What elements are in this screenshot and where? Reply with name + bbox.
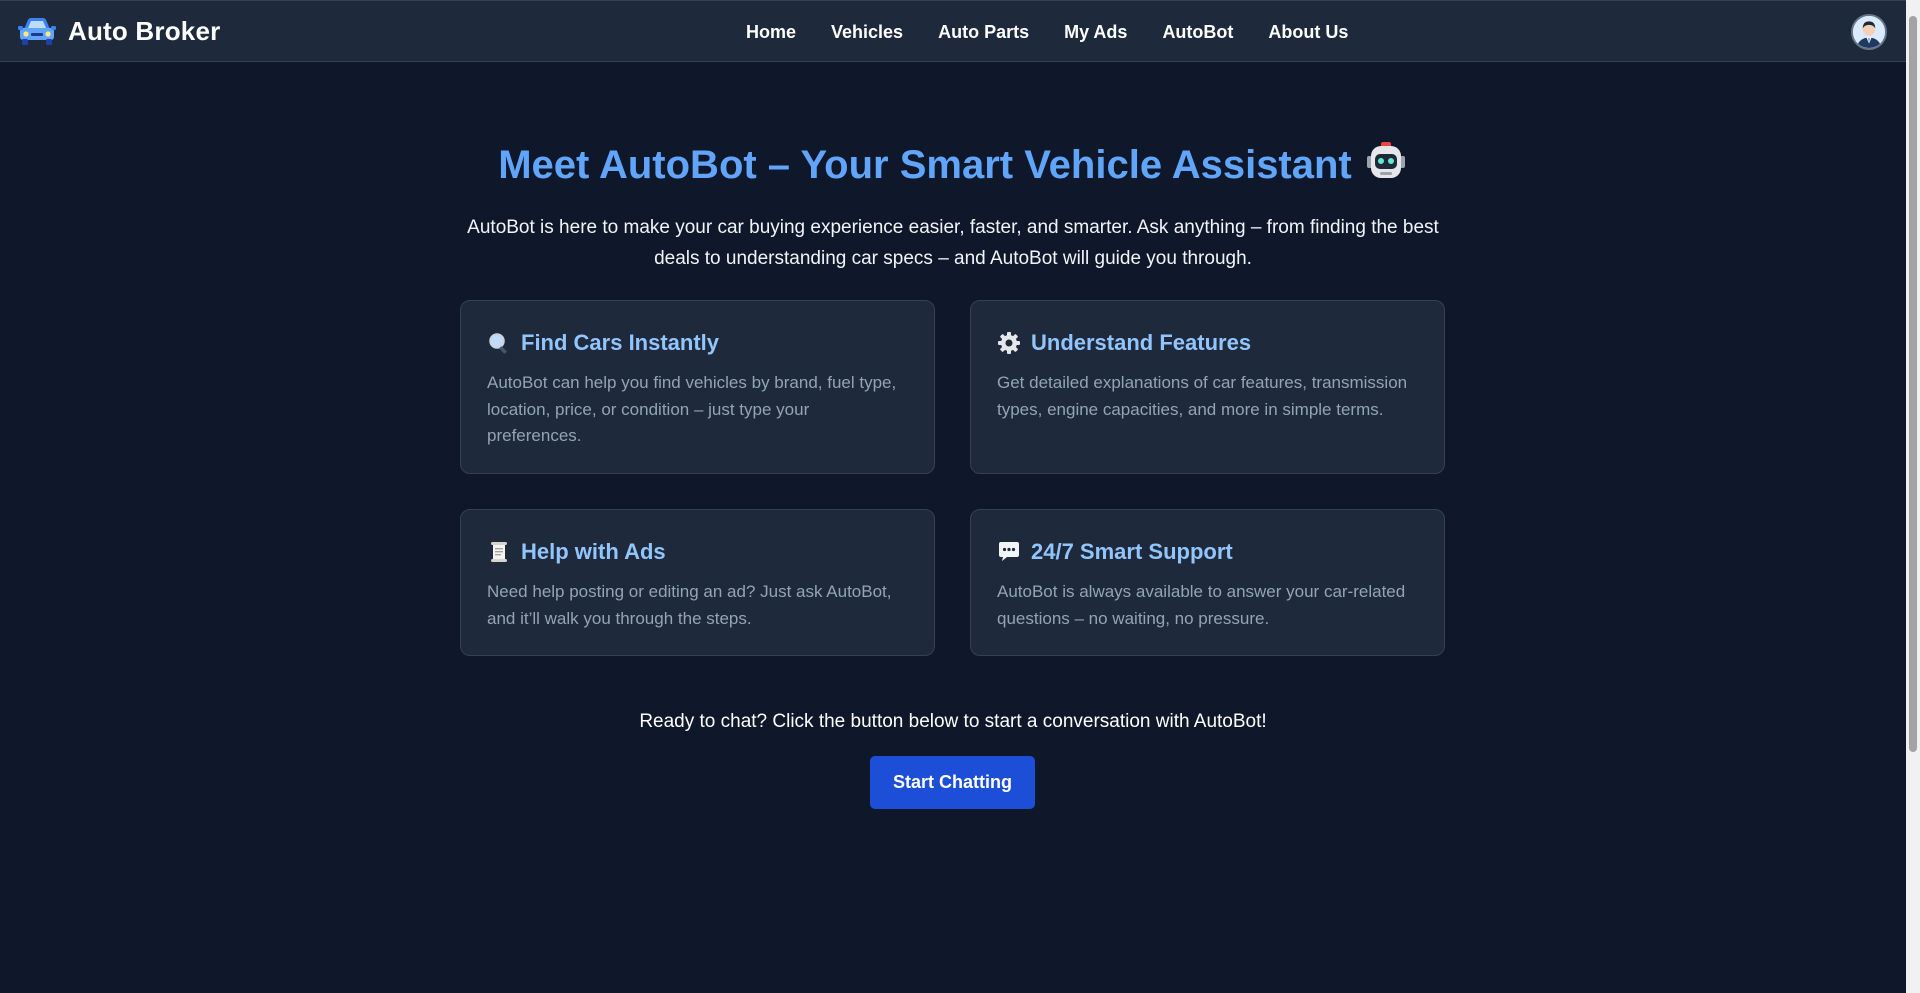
page-title-text: Meet AutoBot – Your Smart Vehicle Assist… [498, 143, 1352, 187]
feature-card-find-cars: Find Cars Instantly AutoBot can help you… [460, 300, 935, 474]
feature-text: AutoBot can help you find vehicles by br… [487, 373, 897, 445]
nav-vehicles[interactable]: Vehicles [831, 22, 903, 43]
nav-autobot[interactable]: AutoBot [1162, 22, 1233, 43]
brand-logo[interactable]: Auto Broker [18, 15, 220, 47]
feature-text: Need help posting or editing an ad? Just… [487, 582, 892, 628]
feature-title-text: Find Cars Instantly [521, 330, 720, 355]
nav-home[interactable]: Home [746, 22, 796, 43]
cta-text: Ready to chat? Click the button below to… [639, 711, 1267, 732]
feature-title: Understand Features [997, 328, 1418, 358]
page-title: Meet AutoBot – Your Smart Vehicle Assist… [0, 140, 1906, 188]
top-navbar: Auto Broker Home Vehicles Auto Parts My … [0, 0, 1906, 62]
scroll-icon [491, 542, 507, 562]
feature-title: 24/7 Smart Support [997, 537, 1418, 567]
car-icon [18, 18, 56, 45]
scrollbar-thumb[interactable] [1909, 16, 1917, 752]
feature-title: Help with Ads [487, 537, 908, 567]
main-nav: Home Vehicles Auto Parts My Ads AutoBot … [746, 1, 1348, 63]
feature-title-text: Help with Ads [521, 539, 666, 564]
robot-icon [1366, 142, 1405, 178]
speech-bubble-icon [999, 542, 1019, 561]
feature-text: AutoBot is always available to answer yo… [997, 582, 1406, 628]
feature-title: Find Cars Instantly [487, 328, 908, 358]
feature-card-help-with-ads: Help with Ads Need help posting or editi… [460, 509, 935, 656]
nav-my-ads[interactable]: My Ads [1064, 22, 1127, 43]
user-avatar-icon [1853, 16, 1885, 48]
feature-title-text: 24/7 Smart Support [1031, 539, 1233, 564]
brand-name: Auto Broker [68, 15, 221, 46]
user-avatar[interactable] [1851, 14, 1887, 50]
feature-card-understand-features: Understand Features Get detailed explana… [970, 300, 1445, 474]
feature-card-smart-support: 24/7 Smart Support AutoBot is always ava… [970, 509, 1445, 656]
gear-icon [998, 332, 1020, 354]
nav-auto-parts[interactable]: Auto Parts [938, 22, 1029, 43]
magnifier-icon [489, 333, 507, 354]
feature-title-text: Understand Features [1031, 330, 1252, 355]
hero-description: AutoBot is here to make your car buying … [467, 217, 1439, 269]
start-chatting-button[interactable]: Start Chatting [870, 756, 1035, 809]
nav-about-us[interactable]: About Us [1268, 22, 1348, 43]
page-scrollbar[interactable] [1906, 0, 1920, 993]
feature-text: Get detailed explanations of car feature… [997, 373, 1408, 419]
